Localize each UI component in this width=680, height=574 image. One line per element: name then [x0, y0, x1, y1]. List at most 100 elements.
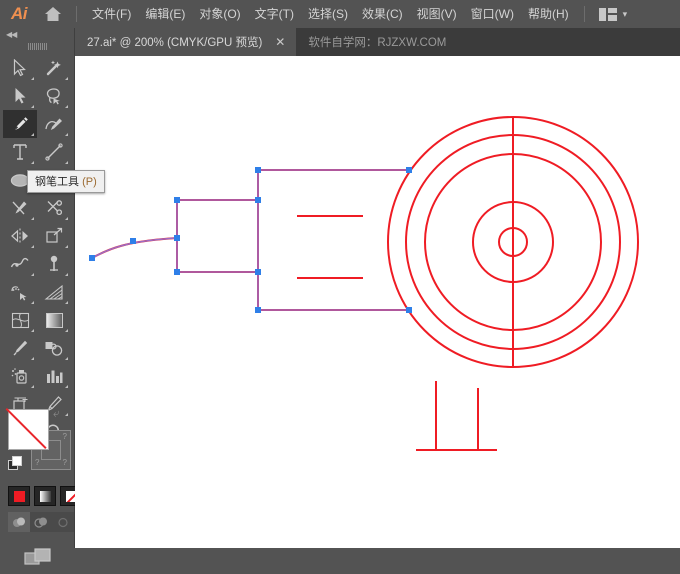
tool-flyout-corner — [31, 273, 34, 276]
tool-flyout-corner — [65, 245, 68, 248]
tool-flyout-corner — [31, 77, 34, 80]
tool-flyout-corner — [65, 385, 68, 388]
draw-mode-row — [8, 512, 74, 532]
column-graph-tool[interactable] — [37, 362, 71, 390]
perspective-grid-tool[interactable] — [37, 278, 71, 306]
anchor-point — [174, 197, 180, 203]
tab-title: 27.ai* @ 200% (CMYK/GPU 预览) — [87, 37, 263, 49]
tool-flyout-corner — [31, 217, 34, 220]
tooltip-shortcut: (P) — [82, 176, 97, 188]
anchor-points[interactable] — [89, 167, 412, 313]
artwork-hairdryer — [91, 116, 639, 451]
menu-view[interactable]: 视图(V) — [410, 0, 464, 28]
curvature-tool[interactable] — [37, 110, 71, 138]
close-icon[interactable]: ✕ — [272, 36, 288, 48]
magic-wand-tool[interactable] — [37, 54, 71, 82]
menu-type[interactable]: 文字(T) — [248, 0, 301, 28]
home-icon[interactable] — [38, 0, 68, 28]
lasso-tool[interactable] — [37, 82, 71, 110]
anchor-point — [255, 269, 261, 275]
workspace-switcher[interactable]: ▾ — [598, 7, 628, 21]
type-tool[interactable] — [3, 138, 37, 166]
line-segment-tool[interactable] — [37, 138, 71, 166]
paint-mode-row — [8, 486, 82, 506]
tool-flyout-corner — [31, 161, 34, 164]
draw-inside-button[interactable] — [52, 512, 74, 532]
draw-normal-button[interactable] — [8, 512, 30, 532]
free-transform-tool[interactable] — [37, 222, 71, 250]
anchor-point — [406, 167, 412, 173]
menu-effect[interactable]: 效果(C) — [355, 0, 410, 28]
direct-selection-tool[interactable] — [3, 82, 37, 110]
app-logo: Ai — [11, 4, 28, 23]
anchor-point — [174, 269, 180, 275]
workspace-layout-icon — [598, 7, 617, 21]
pen-tool-tooltip: 钢笔工具 (P) — [27, 170, 105, 193]
selection-tool[interactable] — [3, 54, 37, 82]
color-controls: ? ? ? ? ⤶ — [0, 400, 82, 565]
draw-behind-button[interactable] — [30, 512, 52, 532]
tool-flyout-corner — [65, 273, 68, 276]
menu-object[interactable]: 对象(O) — [192, 0, 247, 28]
anchor-point — [255, 167, 261, 173]
none-slash-icon — [5, 408, 47, 450]
color-mode-button[interactable] — [8, 486, 30, 506]
gradient-tool[interactable] — [37, 306, 71, 334]
anchor-point — [174, 235, 180, 241]
anchor-point — [130, 238, 136, 244]
menu-help[interactable]: 帮助(H) — [521, 0, 576, 28]
stroke-unknown-tr: ? — [62, 432, 67, 441]
menu-item-list: 文件(F) 编辑(E) 对象(O) 文字(T) 选择(S) 效果(C) 视图(V… — [85, 0, 576, 28]
menu-file[interactable]: 文件(F) — [85, 0, 138, 28]
eyedropper-tool[interactable] — [3, 334, 37, 362]
screen-mode-button[interactable] — [0, 540, 75, 574]
artwork-svg — [89, 116, 639, 451]
document-canvas[interactable] — [75, 56, 680, 548]
swap-fill-stroke-icon[interactable]: ⤶ — [53, 406, 60, 421]
pen-tool[interactable] — [3, 110, 37, 138]
stroke-unknown-bl: ? — [35, 458, 40, 467]
mesh-tool[interactable] — [3, 306, 37, 334]
blend-tool[interactable] — [37, 334, 71, 362]
anchor-point — [406, 307, 412, 313]
tool-flyout-corner — [31, 133, 34, 136]
watermark-note: 软件自学网：RJZXW.COM — [308, 37, 447, 49]
tool-flyout-corner — [65, 301, 68, 304]
gradient-mode-button[interactable] — [34, 486, 56, 506]
stroke-unknown-br: ? — [62, 458, 67, 467]
reflect-tool[interactable] — [3, 222, 37, 250]
tool-flyout-corner — [31, 357, 34, 360]
tool-flyout-corner — [31, 105, 34, 108]
anchor-point — [89, 255, 95, 261]
document-tab-active[interactable]: 27.ai* @ 200% (CMYK/GPU 预览) ✕ — [75, 28, 297, 56]
collapse-panel-button[interactable]: ◀◀ — [0, 28, 74, 40]
menu-divider-right — [583, 6, 585, 22]
tooltip-label: 钢笔工具 — [35, 176, 79, 188]
document-tab-bar: 27.ai* @ 200% (CMYK/GPU 预览) ✕ 软件自学网：RJZX… — [75, 28, 680, 56]
anchor-point — [255, 307, 261, 313]
default-fill-stroke-icon[interactable] — [8, 456, 22, 470]
scissors-tool[interactable] — [37, 194, 71, 222]
menu-bar: Ai 文件(F) 编辑(E) 对象(O) 文字(T) 选择(S) 效果(C) 视… — [0, 0, 680, 28]
shape-builder-tool[interactable] — [3, 278, 37, 306]
tool-flyout-corner — [65, 357, 68, 360]
panel-drag-handle[interactable] — [0, 40, 74, 52]
puppet-warp-tool[interactable] — [37, 250, 71, 278]
menu-divider — [76, 6, 77, 22]
selection-overlay — [91, 169, 409, 311]
width-tool[interactable] — [3, 250, 37, 278]
illustrator-window: Ai 文件(F) 编辑(E) 对象(O) 文字(T) 选择(S) 效果(C) 视… — [0, 0, 680, 565]
fill-swatch[interactable] — [5, 408, 49, 450]
chevron-down-icon: ▾ — [622, 8, 628, 19]
tool-flyout-corner — [65, 161, 68, 164]
tool-grid — [0, 54, 74, 446]
tool-flyout-corner — [65, 77, 68, 80]
menu-edit[interactable]: 编辑(E) — [138, 0, 192, 28]
shaper-tool[interactable] — [3, 194, 37, 222]
symbol-sprayer-tool[interactable] — [3, 362, 37, 390]
anchor-point — [255, 197, 261, 203]
tool-flyout-corner — [31, 329, 34, 332]
menu-select[interactable]: 选择(S) — [301, 0, 355, 28]
tools-panel: ◀◀ ? ? ? ⤶ 钢笔工具 (P) — [0, 28, 105, 565]
menu-window[interactable]: 窗口(W) — [464, 0, 521, 28]
